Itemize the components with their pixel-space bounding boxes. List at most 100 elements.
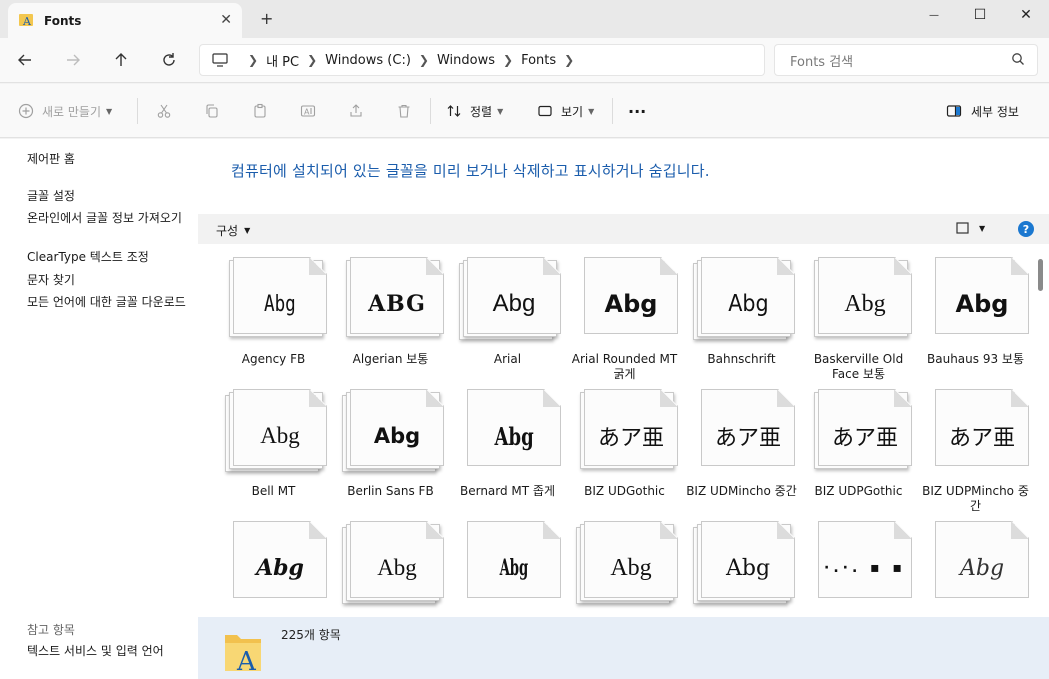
tab-title: Fonts (44, 13, 82, 28)
font-item[interactable]: ABG Algerian 보통 (332, 257, 449, 385)
sidebar-find-character[interactable]: 문자 찾기 (27, 273, 192, 288)
font-item[interactable]: あア亜 BIZ UDPMincho 중간 (917, 389, 1034, 517)
address-bar[interactable]: ❯ 내 PC ❯ Windows (C:) ❯ Windows ❯ Fonts … (199, 44, 765, 76)
organize-button[interactable]: 구성 ▼ (216, 222, 250, 239)
font-item[interactable]: Abg Bauhaus 93 보통 (917, 257, 1034, 385)
delete-button[interactable] (396, 101, 412, 121)
font-item[interactable]: AbgBookman Old (683, 521, 800, 617)
page-fold (543, 389, 561, 407)
font-name: Arial Rounded MT 굵게 (571, 352, 678, 381)
help-button[interactable]: ? (1018, 221, 1034, 237)
font-sample-text: Abg (256, 555, 304, 581)
fonts-folder-icon: A (18, 11, 34, 30)
font-item[interactable]: Abg Berlin Sans FB (332, 389, 449, 517)
font-file-icon: あア亜 (566, 389, 683, 479)
font-sample: Abg (350, 413, 444, 459)
font-sample-text: あア亜 (714, 426, 781, 451)
font-file-icon: Abg (332, 521, 449, 611)
up-button[interactable] (108, 48, 134, 72)
font-item[interactable]: あア亜 BIZ UDGothic (566, 389, 683, 517)
font-item[interactable]: Abg Agency FB (215, 257, 332, 385)
new-button-label: 새로 만들기 (42, 104, 102, 119)
back-button[interactable] (12, 48, 38, 72)
sidebar-cleartype-tuner[interactable]: ClearType 텍스트 조정 (27, 250, 192, 265)
maximize-icon: ☐ (973, 7, 987, 23)
refresh-button[interactable] (156, 48, 182, 72)
sidebar: 제어판 홈 글꼴 설정 온라인에서 글꼴 정보 가져오기 ClearType 텍… (0, 139, 198, 679)
font-sample-text: ·.·. ▪ ▪ (824, 560, 906, 576)
font-sample-text: Abg (494, 421, 534, 451)
font-item[interactable]: Abg Bell MT (215, 389, 332, 517)
breadcrumb-windows[interactable]: Windows (437, 53, 495, 68)
font-item[interactable]: AbgBradley Hand (917, 521, 1034, 617)
font-name: Algerian 보통 (352, 352, 429, 366)
font-item[interactable]: Abg Bernard MT 좁게 (449, 389, 566, 517)
font-file-icon: ·.·. ▪ ▪ (800, 521, 917, 611)
font-file-icon: Abg (566, 521, 683, 611)
font-sample: あア亜 (935, 413, 1029, 459)
details-button[interactable]: 세부 정보 (946, 101, 1019, 121)
paste-button[interactable] (252, 101, 268, 121)
font-item[interactable]: AbgBlackadder ITC (215, 521, 332, 617)
font-item[interactable]: Abg Arial Rounded MT 굵게 (566, 257, 683, 385)
breadcrumb-c-drive[interactable]: Windows (C:) (325, 53, 411, 68)
font-name: BIZ UDMincho 중간 (686, 484, 797, 498)
chevron-right-icon: ❯ (307, 53, 318, 67)
font-item[interactable]: Abg Bahnschrift (683, 257, 800, 385)
sidebar-text-services[interactable]: 텍스트 서비스 및 입력 언어 (27, 644, 192, 659)
font-file-icon: Abg (332, 389, 449, 479)
font-sample: Abg (701, 281, 795, 327)
scissors-icon (157, 104, 171, 118)
scrollbar-thumb[interactable] (1038, 259, 1043, 291)
sidebar-get-font-info-online[interactable]: 온라인에서 글꼴 정보 가져오기 (27, 211, 192, 226)
page-fold (1011, 521, 1029, 539)
font-item[interactable]: AbgBook Antiqua (566, 521, 683, 617)
font-item[interactable]: あア亜 BIZ UDMincho 중간 (683, 389, 800, 517)
share-button[interactable] (348, 101, 364, 121)
font-item[interactable]: ·.·. ▪ ▪Bookshelf (800, 521, 917, 617)
font-sample-text: Abg (264, 291, 296, 317)
page-fold (660, 389, 678, 407)
font-item[interactable]: AbgBodoni MT (449, 521, 566, 617)
font-item[interactable]: Abg Baskerville Old Face 보통 (800, 257, 917, 385)
breadcrumb-this-pc[interactable]: 내 PC (266, 51, 299, 70)
sidebar-font-settings[interactable]: 글꼴 설정 (27, 189, 192, 204)
forward-button[interactable] (60, 48, 86, 72)
cut-button[interactable] (156, 101, 172, 121)
view-button[interactable]: 보기 ▼ (537, 101, 594, 121)
change-view-button[interactable]: ▼ (956, 222, 985, 234)
font-sample: Abg (818, 281, 912, 327)
chevron-right-icon[interactable]: ❯ (564, 53, 574, 67)
divider (430, 98, 431, 124)
search-input[interactable]: Fonts 검색 (774, 44, 1038, 76)
font-name: Berlin Sans FB (347, 484, 434, 498)
sidebar-download-all-fonts[interactable]: 모든 언어에 대한 글꼴 다운로드 (27, 295, 192, 310)
sidebar-control-panel-home[interactable]: 제어판 홈 (27, 152, 192, 167)
font-item[interactable]: あア亜 BIZ UDPGothic (800, 389, 917, 517)
chevron-down-icon: ▼ (244, 226, 251, 235)
sort-button[interactable]: 정렬 ▼ (446, 101, 503, 121)
font-name: BIZ UDPGothic (814, 484, 903, 498)
minimize-button[interactable]: — (911, 0, 957, 30)
font-sample: Abg (935, 281, 1029, 327)
breadcrumb-fonts[interactable]: Fonts (521, 53, 556, 68)
close-window-button[interactable]: ✕ (1003, 0, 1049, 30)
font-file-icon: Abg (215, 521, 332, 611)
command-bar: 새로 만들기 ▼ A 정렬 ▼ 보기 ▼ ··· 세부 정보 (0, 84, 1049, 138)
more-options-button[interactable]: ··· (628, 101, 646, 121)
view-icon (956, 222, 969, 234)
font-sample-text: Abg (492, 290, 536, 317)
tab-fonts[interactable]: A Fonts ✕ (8, 3, 242, 38)
font-grid: Abg Agency FB ABG Algerian 보통 Abg Arial Abg Ari… (198, 244, 1038, 617)
copy-button[interactable] (204, 101, 220, 121)
maximize-button[interactable]: ☐ (957, 0, 1003, 30)
font-item[interactable]: AbgBodoni MT (332, 521, 449, 617)
new-button[interactable]: 새로 만들기 ▼ (18, 101, 112, 121)
new-tab-button[interactable]: + (260, 9, 273, 28)
rename-button[interactable]: A (300, 101, 316, 121)
font-item[interactable]: Abg Arial (449, 257, 566, 385)
chevron-down-icon: ▼ (588, 106, 595, 116)
monitor-icon (212, 53, 228, 67)
search-placeholder: Fonts 검색 (790, 54, 854, 70)
tab-close-icon[interactable]: ✕ (220, 12, 232, 28)
